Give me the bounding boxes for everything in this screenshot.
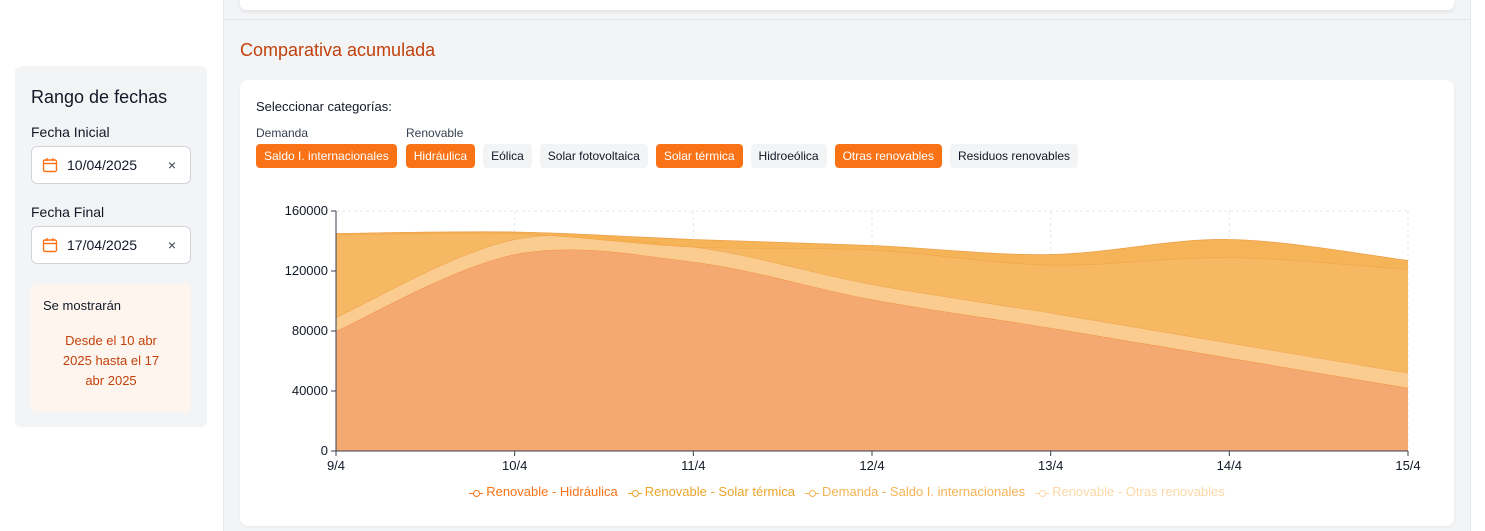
- legend-item[interactable]: Renovable - Otras renovables: [1035, 484, 1225, 499]
- date-range-panel: Rango de fechas Fecha Inicial 10/04/2025…: [15, 66, 207, 427]
- calendar-icon: [42, 158, 58, 173]
- divider: [224, 19, 1470, 20]
- date-range-title: Rango de fechas: [31, 87, 168, 107]
- x-tick-label: 10/4: [502, 458, 527, 473]
- start-date-label: Fecha Inicial: [31, 124, 110, 140]
- range-summary-text: Desde el 10 abr 2025 hasta el 17 abr 202…: [62, 333, 160, 388]
- y-tick-label: 40000: [292, 383, 328, 398]
- legend-marker-icon: [469, 489, 484, 497]
- x-tick-label: 15/4: [1395, 458, 1420, 473]
- x-tick-label: 14/4: [1217, 458, 1242, 473]
- clear-start-date-icon[interactable]: ×: [164, 157, 180, 173]
- end-date-label: Fecha Final: [31, 204, 105, 220]
- chart-legend: Renovable - Hidráulica Renovable - Solar …: [240, 484, 1454, 499]
- clear-end-date-icon[interactable]: ×: [164, 237, 180, 253]
- legend-label: Renovable - Solar térmica: [644, 484, 796, 499]
- previous-card: [240, 0, 1454, 10]
- legend-marker-icon: [805, 489, 820, 497]
- legend-marker-icon: [627, 489, 642, 497]
- y-tick-label: 80000: [292, 323, 328, 338]
- section-title: Comparativa acumulada: [240, 40, 436, 60]
- start-date-input[interactable]: 10/04/2025 ×: [31, 146, 191, 184]
- x-tick-label: 11/4: [681, 458, 705, 473]
- calendar-icon: [42, 238, 58, 253]
- legend-label: Demanda - Saldo I. internacionales: [822, 484, 1026, 499]
- range-summary-title: Se mostrarán: [43, 298, 122, 313]
- x-tick-label: 12/4: [859, 458, 884, 473]
- x-tick-label: 13/4: [1038, 458, 1063, 473]
- stacked-area-chart: 0 40000 80000 120000 160000 9/4 10/4 11/4 12/4 13…: [285, 203, 1421, 473]
- legend-item[interactable]: Demanda - Saldo I. internacionales: [805, 484, 1025, 499]
- legend-label: Renovable - Hidráulica: [486, 484, 618, 499]
- end-date-value[interactable]: 17/04/2025: [67, 237, 164, 253]
- y-tick-label: 0: [321, 443, 328, 458]
- end-date-input[interactable]: 17/04/2025 ×: [31, 226, 191, 264]
- legend-item[interactable]: Renovable - Solar térmica: [627, 484, 796, 499]
- chart-card: Seleccionar categorías: Demanda Renovabl…: [240, 80, 1454, 526]
- start-date-value[interactable]: 10/04/2025: [67, 157, 164, 173]
- main-panel: Comparativa acumulada Seleccionar catego…: [223, 0, 1471, 531]
- y-tick-label: 120000: [285, 263, 328, 278]
- legend-item[interactable]: Renovable - Hidráulica: [469, 484, 618, 499]
- legend-label: Renovable - Otras renovables: [1052, 484, 1225, 499]
- x-tick-label: 9/4: [327, 458, 345, 473]
- y-tick-label: 160000: [285, 203, 328, 218]
- range-summary: Se mostrarán Desde el 10 abr 2025 hasta …: [31, 284, 191, 412]
- legend-marker-icon: [1035, 489, 1050, 497]
